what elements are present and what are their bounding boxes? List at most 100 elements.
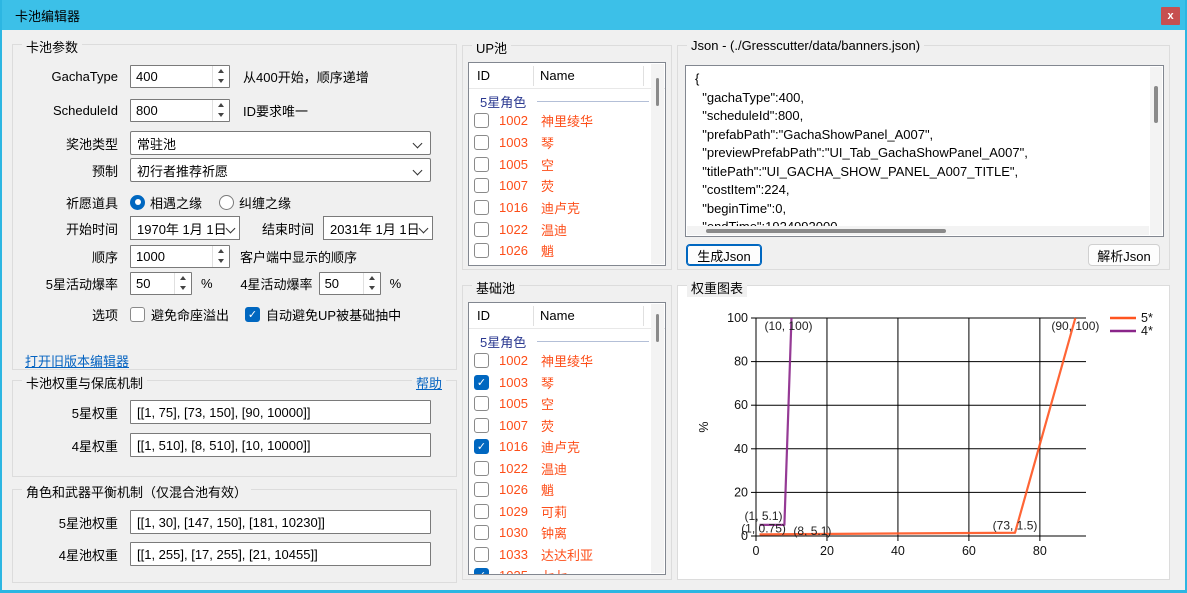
- gachatype-spinner[interactable]: [212, 66, 229, 87]
- spin-down-icon[interactable]: [218, 259, 224, 263]
- checkbox-auto-avoid-up[interactable]: [245, 307, 260, 322]
- rate5-unit: %: [201, 276, 213, 291]
- list-item[interactable]: 1005空: [469, 393, 665, 415]
- checkbox-avoid-constellation-overflow[interactable]: [130, 307, 145, 322]
- list-item[interactable]: 1002神里绫华: [469, 110, 665, 132]
- spin-up-icon[interactable]: [218, 103, 224, 107]
- scrollbar-thumb[interactable]: [1154, 86, 1158, 123]
- radio-intertwined-fate[interactable]: [219, 195, 234, 210]
- row-checkbox[interactable]: [474, 243, 489, 258]
- weight5-input[interactable]: [[1, 75], [73, 150], [90, 10000]]: [130, 400, 431, 424]
- spin-up-icon[interactable]: [218, 249, 224, 253]
- list-item[interactable]: 1030钟离: [469, 522, 665, 544]
- row-name: 七七: [541, 566, 567, 575]
- spin-up-icon[interactable]: [218, 69, 224, 73]
- row-id: 1016: [499, 200, 528, 215]
- row-checkbox[interactable]: [474, 157, 489, 172]
- gachatype-input[interactable]: 400: [130, 65, 230, 88]
- svg-text:(90, 100): (90, 100): [1051, 319, 1099, 333]
- close-button[interactable]: x: [1161, 7, 1180, 25]
- row-checkbox[interactable]: [474, 396, 489, 411]
- list-item[interactable]: 1016迪卢克: [469, 436, 665, 458]
- begin-time-picker[interactable]: 1970年 1月 1日: [130, 216, 240, 240]
- radio-acquaint-fate[interactable]: [130, 195, 145, 210]
- row-checkbox[interactable]: [474, 353, 489, 368]
- open-legacy-editor-link[interactable]: 打开旧版本编辑器: [25, 351, 129, 370]
- column-id: ID: [477, 68, 490, 83]
- weight4-input[interactable]: [[1, 510], [8, 510], [10, 10000]]: [130, 433, 431, 457]
- rate5-input[interactable]: 50: [130, 272, 192, 295]
- list-item[interactable]: 1007荧: [469, 175, 665, 197]
- list-item[interactable]: 1003琴: [469, 132, 665, 154]
- scrollbar-thumb[interactable]: [706, 229, 946, 233]
- row-name: 荧: [541, 416, 554, 435]
- json-editor[interactable]: { "gachaType":400, "scheduleId":800, "pr…: [685, 65, 1164, 237]
- list-item[interactable]: 1026魈: [469, 240, 665, 262]
- rate4-spinner[interactable]: [363, 273, 380, 294]
- scheduleid-input[interactable]: 800: [130, 99, 230, 122]
- row-checkbox[interactable]: [474, 439, 489, 454]
- row-checkbox[interactable]: [474, 375, 489, 390]
- end-time-picker[interactable]: 2031年 1月 1日: [323, 216, 433, 240]
- row-checkbox[interactable]: [474, 222, 489, 237]
- list-item[interactable]: 1029可莉: [469, 501, 665, 523]
- list-item[interactable]: 1033达达利亚: [469, 544, 665, 566]
- order-input[interactable]: 1000: [130, 245, 230, 268]
- row-checkbox[interactable]: [474, 200, 489, 215]
- group-title: 卡池权重与保底机制: [22, 373, 147, 392]
- row-checkbox[interactable]: [474, 568, 489, 575]
- row-checkbox[interactable]: [474, 504, 489, 519]
- list-item[interactable]: 1003琴: [469, 372, 665, 394]
- begin-time-label: 开始时间: [21, 219, 118, 238]
- list-item[interactable]: 1022温迪: [469, 458, 665, 480]
- list-section: 5星角色: [469, 89, 665, 110]
- scrollbar-thumb[interactable]: [656, 314, 659, 342]
- spin-down-icon[interactable]: [369, 286, 375, 290]
- help-link[interactable]: 帮助: [412, 373, 446, 392]
- order-label: 顺序: [21, 247, 118, 266]
- scheduleid-spinner[interactable]: [212, 100, 229, 121]
- order-spinner[interactable]: [212, 246, 229, 267]
- spin-up-icon[interactable]: [180, 276, 186, 280]
- horizontal-scrollbar[interactable]: [687, 226, 1149, 235]
- vertical-scrollbar[interactable]: [651, 304, 664, 573]
- spin-down-icon[interactable]: [218, 79, 224, 83]
- pool-type-select[interactable]: 常驻池: [130, 131, 431, 155]
- rate5-spinner[interactable]: [174, 273, 191, 294]
- up-pool-list[interactable]: ID Name 5星角色 1002神里绫华1003琴1005空1007荧1016…: [468, 62, 666, 266]
- row-checkbox[interactable]: [474, 525, 489, 540]
- list-item[interactable]: 1016迪卢克: [469, 197, 665, 219]
- row-id: 1002: [499, 353, 528, 368]
- rate4-input[interactable]: 50: [319, 272, 381, 295]
- list-item[interactable]: 1007 荧: [469, 415, 665, 437]
- spin-up-icon[interactable]: [369, 276, 375, 280]
- scheduleid-note: ID要求唯一: [243, 101, 308, 120]
- pool-weight5-input[interactable]: [[1, 30], [147, 150], [181, 10230]]: [130, 510, 431, 534]
- json-text[interactable]: { "gachaType":400, "scheduleId":800, "pr…: [686, 66, 1163, 237]
- row-checkbox[interactable]: [474, 418, 489, 433]
- prefab-select[interactable]: 初行者推荐祈愿: [130, 158, 431, 182]
- row-checkbox[interactable]: [474, 135, 489, 150]
- spin-down-icon[interactable]: [218, 113, 224, 117]
- row-checkbox[interactable]: [474, 482, 489, 497]
- list-item[interactable]: 1035七七: [469, 565, 665, 575]
- list-item[interactable]: 1022温迪: [469, 218, 665, 240]
- vertical-scrollbar[interactable]: [1150, 67, 1162, 235]
- pool-weight4-input[interactable]: [[1, 255], [17, 255], [21, 10455]]: [130, 542, 431, 566]
- row-checkbox[interactable]: [474, 461, 489, 476]
- scrollbar-thumb[interactable]: [656, 78, 659, 106]
- balance-group: 角色和武器平衡机制（仅混合池有效） 5星池权重 [[1, 30], [147, …: [12, 489, 457, 583]
- parse-json-button[interactable]: 解析Json: [1088, 244, 1160, 266]
- row-checkbox[interactable]: [474, 547, 489, 562]
- list-item[interactable]: 1026魈: [469, 479, 665, 501]
- list-item[interactable]: 1005空: [469, 153, 665, 175]
- row-id: 1007: [499, 418, 528, 433]
- row-checkbox[interactable]: [474, 178, 489, 193]
- generate-json-button[interactable]: 生成Json: [686, 244, 762, 266]
- group-title: 卡池参数: [22, 37, 82, 56]
- base-pool-list[interactable]: ID Name 5星角色 1002神里绫华1003琴1005空1007荧1016…: [468, 302, 666, 575]
- vertical-scrollbar[interactable]: [651, 64, 664, 264]
- list-item[interactable]: 1002神里绫华: [469, 350, 665, 372]
- spin-down-icon[interactable]: [180, 286, 186, 290]
- row-checkbox[interactable]: [474, 113, 489, 128]
